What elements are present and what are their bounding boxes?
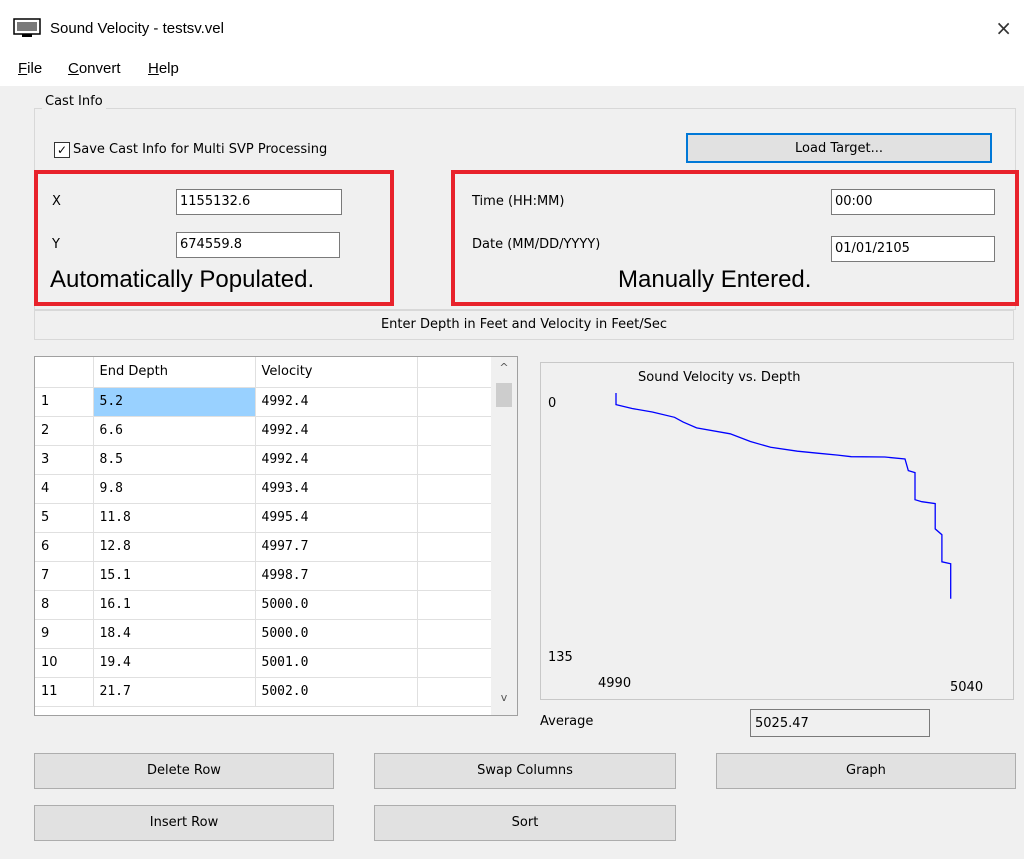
x-tick-left: 4990 [598,676,632,691]
sort-button[interactable]: Sort [374,805,676,841]
empty-cell [417,416,492,446]
table-row[interactable]: 8 16.1 5000.0 [35,590,492,620]
table-row[interactable]: 6 12.8 4997.7 [35,532,492,562]
scroll-up-icon[interactable]: ^ [491,361,517,381]
x-tick-right: 5040 [950,680,984,695]
empty-cell [417,387,492,417]
row-number-cell: 1 [35,387,94,417]
menu-help[interactable]: Help [148,60,179,77]
table-row[interactable]: 9 18.4 5000.0 [35,619,492,649]
data-table: End Depth Velocity 1 5.2 4992.4 2 6.6 4992.4 3… [35,357,492,707]
y-tick-bottom: 135 [548,650,573,665]
table-row[interactable]: 11 21.7 5002.0 [35,677,492,707]
empty-cell [417,619,492,649]
velocity-cell[interactable]: 5001.0 [255,648,418,678]
vertical-scrollbar[interactable]: ^ v [491,357,517,715]
header-end-depth[interactable]: End Depth [93,357,256,388]
save-cast-info-checkbox[interactable]: ✓ [54,142,70,158]
menu-convert[interactable]: Convert [68,60,121,77]
row-number-cell: 2 [35,416,94,446]
header-empty [417,357,492,388]
velocity-cell[interactable]: 4992.4 [255,445,418,475]
end-depth-cell[interactable]: 15.1 [93,561,256,591]
row-number-cell: 10 [35,648,94,678]
cast-info-label: Cast Info [42,94,106,109]
save-cast-info-label: Save Cast Info for Multi SVP Processing [73,142,328,157]
velocity-cell[interactable]: 4997.7 [255,532,418,562]
velocity-cell[interactable]: 4998.7 [255,561,418,591]
end-depth-cell[interactable]: 19.4 [93,648,256,678]
row-number-cell: 8 [35,590,94,620]
swap-columns-button[interactable]: Swap Columns [374,753,676,789]
empty-cell [417,590,492,620]
title-bar: Sound Velocity - testsv.vel × [0,0,1024,46]
chart-title: Sound Velocity vs. Depth [638,370,801,385]
end-depth-cell[interactable]: 9.8 [93,474,256,504]
table-row[interactable]: 3 8.5 4992.4 [35,445,492,475]
end-depth-cell[interactable]: 5.2 [93,387,256,417]
menu-file[interactable]: File [18,60,42,77]
table-row[interactable]: 2 6.6 4992.4 [35,416,492,446]
delete-row-button[interactable]: Delete Row [34,753,334,789]
table-header-row: End Depth Velocity [35,357,492,388]
velocity-cell[interactable]: 5002.0 [255,677,418,707]
row-number-cell: 7 [35,561,94,591]
empty-cell [417,474,492,504]
empty-cell [417,561,492,591]
scroll-thumb[interactable] [496,383,512,407]
graph-button[interactable]: Graph [716,753,1016,789]
depth-velocity-grid[interactable]: End Depth Velocity 1 5.2 4992.4 2 6.6 4992.4 3… [34,356,518,716]
table-row[interactable]: 4 9.8 4993.4 [35,474,492,504]
table-row[interactable]: 5 11.8 4995.4 [35,503,492,533]
velocity-chart-frame [540,362,1014,700]
row-number-cell: 11 [35,677,94,707]
velocity-cell[interactable]: 5000.0 [255,619,418,649]
close-icon[interactable]: × [995,16,1012,40]
empty-cell [417,648,492,678]
end-depth-cell[interactable]: 12.8 [93,532,256,562]
end-depth-cell[interactable]: 6.6 [93,416,256,446]
row-number-cell: 5 [35,503,94,533]
table-row[interactable]: 1 5.2 4992.4 [35,387,492,417]
velocity-cell[interactable]: 5000.0 [255,590,418,620]
row-number-cell: 9 [35,619,94,649]
header-row-number [35,357,94,388]
velocity-cell[interactable]: 4992.4 [255,387,418,417]
monitor-icon [13,18,41,37]
empty-cell [417,445,492,475]
empty-cell [417,503,492,533]
scroll-down-icon[interactable]: v [491,691,517,711]
menu-bar: File Convert Help [0,46,1024,86]
velocity-cell[interactable]: 4993.4 [255,474,418,504]
row-number-cell: 4 [35,474,94,504]
average-value: 5025.47 [750,709,930,737]
auto-populated-note: Automatically Populated. [50,266,315,293]
table-row[interactable]: 7 15.1 4998.7 [35,561,492,591]
end-depth-cell[interactable]: 18.4 [93,619,256,649]
row-number-cell: 6 [35,532,94,562]
end-depth-cell[interactable]: 11.8 [93,503,256,533]
insert-row-button[interactable]: Insert Row [34,805,334,841]
row-number-cell: 3 [35,445,94,475]
average-label: Average [540,714,594,729]
end-depth-cell[interactable]: 8.5 [93,445,256,475]
manual-entry-note: Manually Entered. [618,266,812,293]
empty-cell [417,532,492,562]
velocity-cell[interactable]: 4995.4 [255,503,418,533]
empty-cell [417,677,492,707]
table-row[interactable]: 10 19.4 5001.0 [35,648,492,678]
load-target-button[interactable]: Load Target... [686,133,992,163]
end-depth-cell[interactable]: 16.1 [93,590,256,620]
instruction-bar: Enter Depth in Feet and Velocity in Feet… [34,310,1014,340]
velocity-cell[interactable]: 4992.4 [255,416,418,446]
end-depth-cell[interactable]: 21.7 [93,677,256,707]
y-tick-top: 0 [548,396,557,411]
window-title: Sound Velocity - testsv.vel [50,20,224,37]
header-velocity[interactable]: Velocity [255,357,418,388]
